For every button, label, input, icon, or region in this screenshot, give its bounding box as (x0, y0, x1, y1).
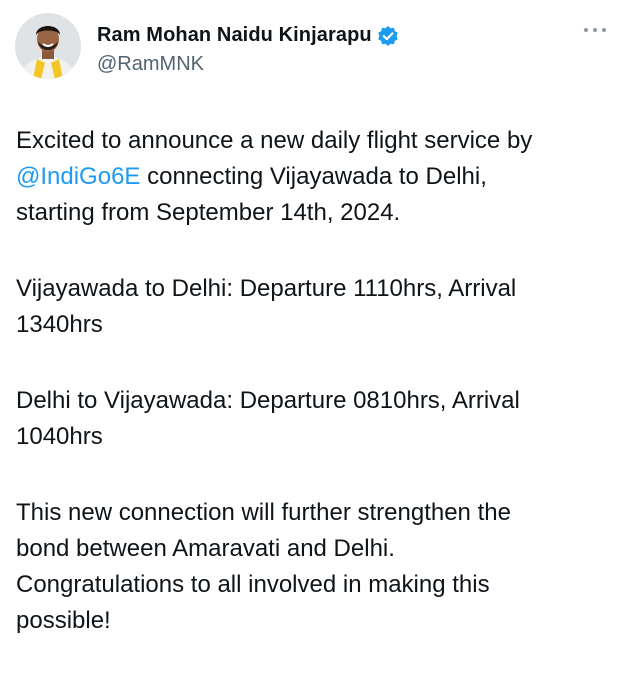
tweet-text: Excited to announce a new daily flight s… (16, 123, 610, 639)
verified-badge-icon (377, 25, 399, 47)
tweet-line: Delhi to Vijayawada: Departure 0810hrs, … (16, 387, 520, 414)
tweet-line: This new connection will further strengt… (16, 499, 511, 526)
tweet-line: 1040hrs (16, 423, 103, 450)
tweet-line: Congratulations to all involved in makin… (16, 571, 490, 598)
tweet-paragraph: Delhi to Vijayawada: Departure 0810hrs, … (16, 383, 610, 455)
author-display-name[interactable]: Ram Mohan Naidu Kinjarapu (97, 24, 372, 47)
mention-link[interactable]: @IndiGo6E (16, 163, 140, 190)
tweet-line: connecting Vijayawada to Delhi, (140, 163, 487, 190)
tweet-paragraph: This new connection will further strengt… (16, 495, 610, 639)
tweet-paragraph: Excited to announce a new daily flight s… (16, 123, 610, 231)
more-dot (584, 28, 588, 32)
more-dot (593, 28, 597, 32)
tweet-line: possible! (16, 607, 111, 634)
author-name-row[interactable]: Ram Mohan Naidu Kinjarapu (97, 24, 399, 47)
avatar[interactable] (15, 13, 81, 79)
tweet-line: bond between Amaravati and Delhi. (16, 535, 395, 562)
tweet-line: Vijayawada to Delhi: Departure 1110hrs, … (16, 275, 517, 302)
tweet-paragraph: Vijayawada to Delhi: Departure 1110hrs, … (16, 271, 610, 343)
tweet-line: starting from September 14th, 2024. (16, 199, 401, 226)
tweet-card: Ram Mohan Naidu Kinjarapu @RamMNK Excite… (0, 0, 624, 680)
more-dot (602, 28, 606, 32)
profile-photo-icon (15, 13, 81, 79)
more-options-icon[interactable] (584, 23, 606, 37)
tweet-line: 1340hrs (16, 311, 103, 338)
author-handle[interactable]: @RamMNK (97, 53, 204, 76)
tweet-line: Excited to announce a new daily flight s… (16, 127, 533, 154)
